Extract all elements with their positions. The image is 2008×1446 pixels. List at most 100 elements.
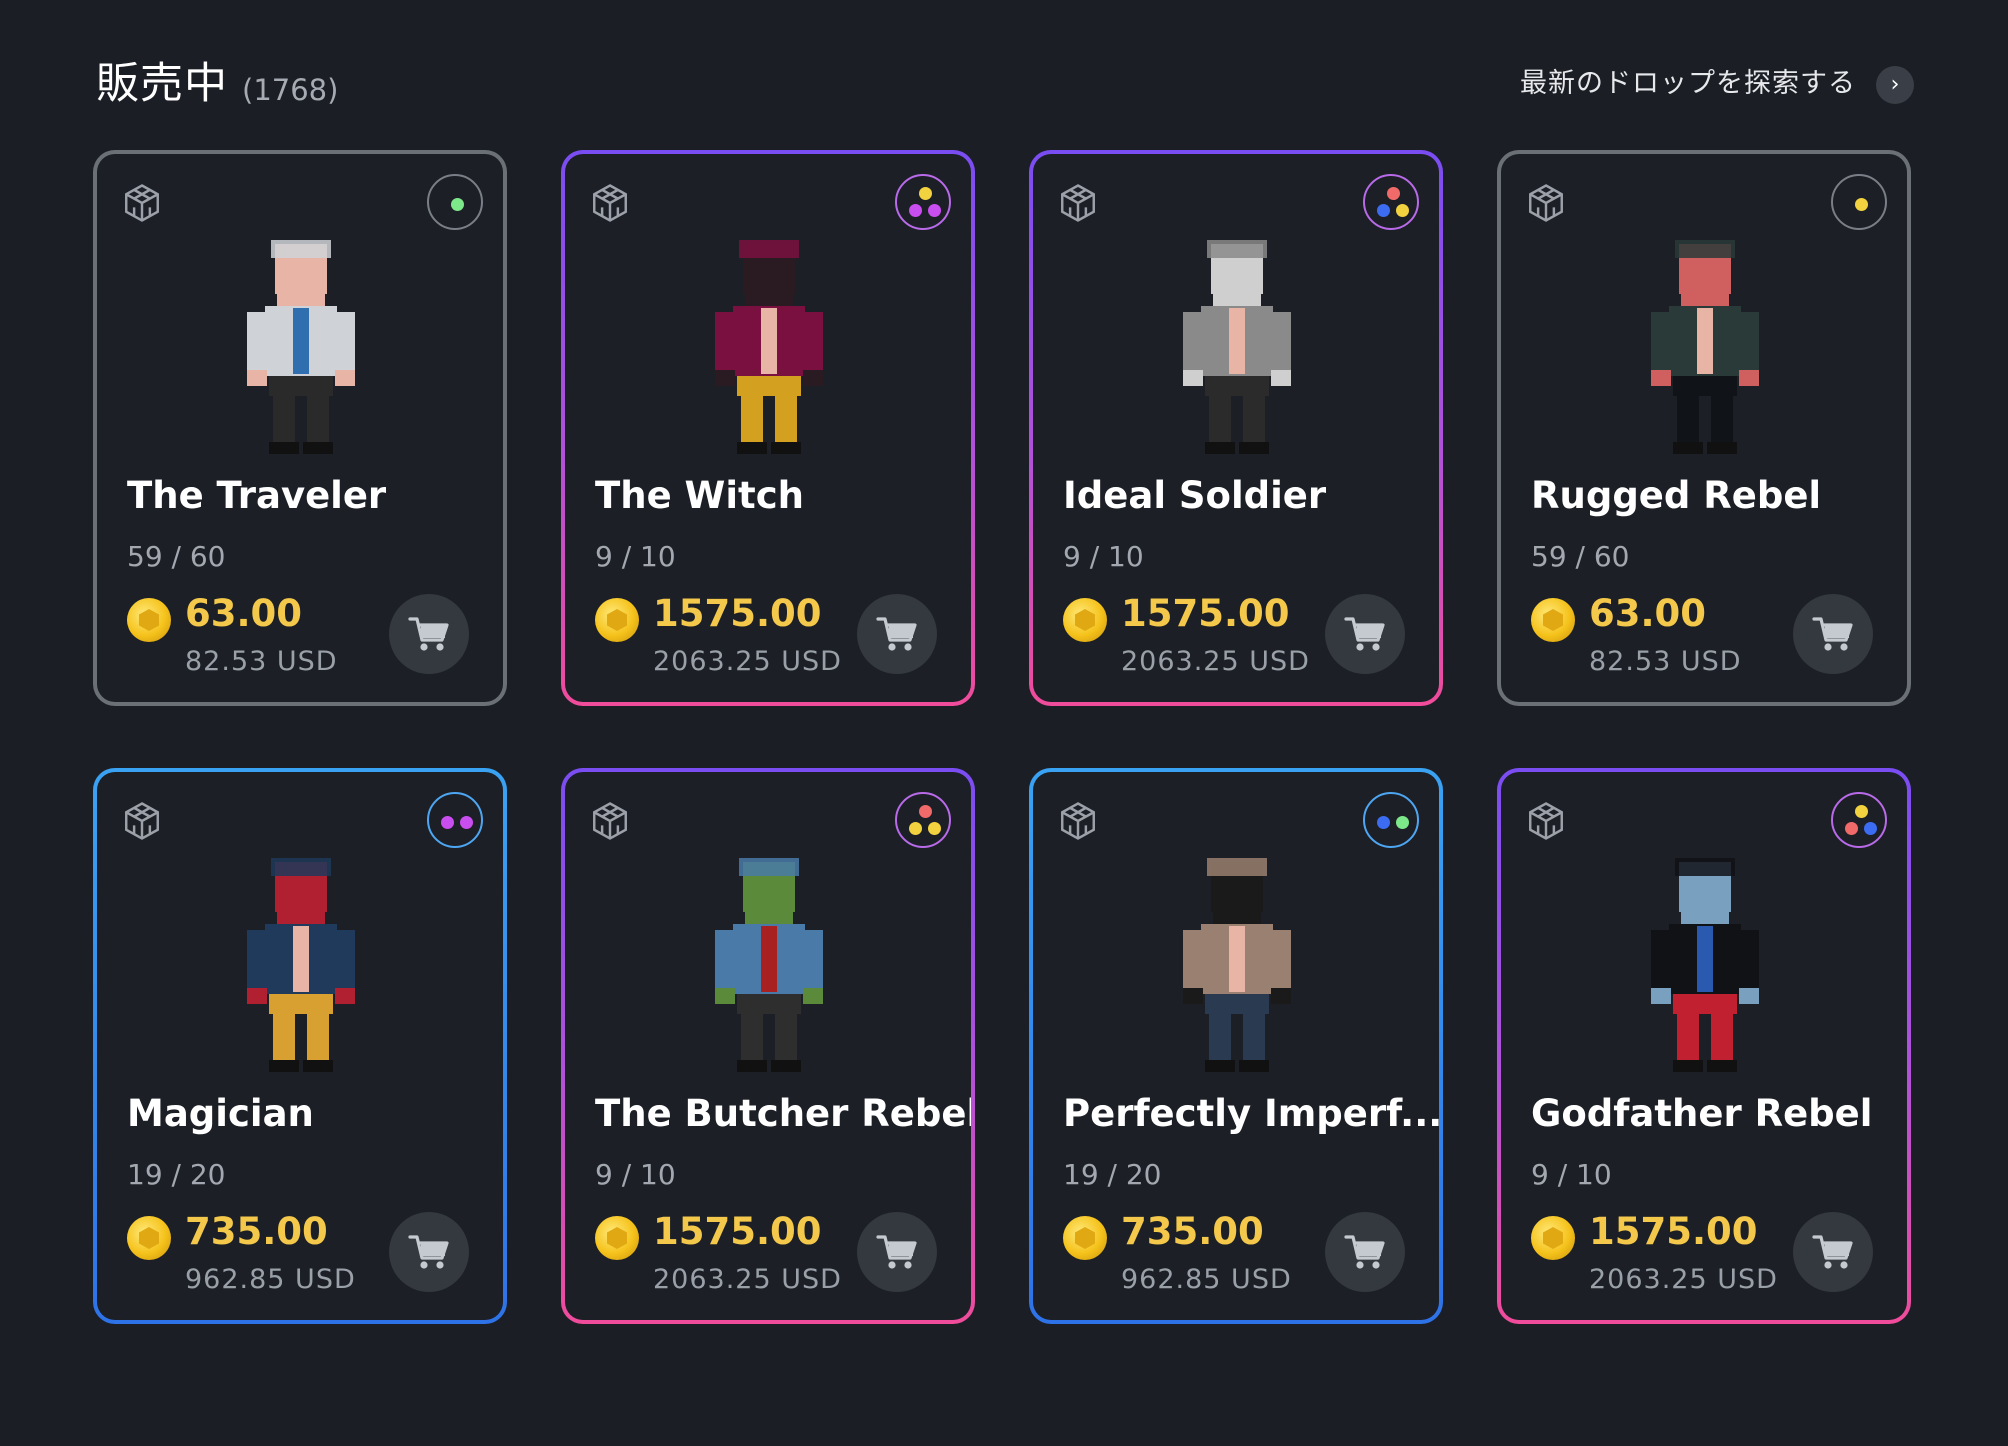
rarity-dot [1845,822,1858,835]
card-body: The Butcher Rebel 9 / 10 1575.00 2063.25… [565,772,971,1320]
price-sand: 1575.00 [653,592,822,635]
asset-name[interactable]: Magician [127,1092,314,1135]
asset-name[interactable]: The Witch [595,474,804,517]
price-usd: 82.53 USD [185,646,338,677]
add-to-cart-button[interactable] [857,1212,937,1292]
asset-grid: The Traveler 59 / 60 63.00 82.53 USD The… [0,0,2008,1446]
asset-name[interactable]: The Traveler [127,474,386,517]
rarity-dot [918,805,932,818]
edition-count: 9 / 10 [595,1158,676,1191]
price-usd: 962.85 USD [185,1264,356,1295]
avatar-figure [1183,858,1291,1072]
card-body: The Witch 9 / 10 1575.00 2063.25 USD [565,154,971,702]
edition-count: 59 / 60 [127,540,226,573]
avatar-figure [1651,240,1759,454]
rarity-badge [427,174,483,230]
asset-card[interactable]: Ideal Soldier 9 / 10 1575.00 2063.25 USD [1029,150,1443,706]
price-usd: 2063.25 USD [653,646,842,677]
add-to-cart-button[interactable] [1793,1212,1873,1292]
sand-coin-icon [127,1216,171,1260]
shopping-cart-icon [876,617,917,651]
rarity-dot [909,204,922,217]
cube-3d-icon[interactable] [1525,182,1567,224]
price-usd: 82.53 USD [1589,646,1742,677]
cube-3d-icon[interactable] [1057,800,1099,842]
sand-coin-icon [595,598,639,642]
sand-coin-icon [1063,1216,1107,1260]
asset-name[interactable]: Perfectly Imperf... [1063,1092,1439,1135]
add-to-cart-button[interactable] [389,1212,469,1292]
price-sand: 1575.00 [653,1210,822,1253]
shopping-cart-icon [1812,1235,1853,1269]
rarity-dot [1386,187,1400,200]
price-sand: 735.00 [1121,1210,1264,1253]
cube-3d-icon[interactable] [121,182,163,224]
rarity-dot [1864,822,1877,835]
add-to-cart-button[interactable] [1325,594,1405,674]
rarity-dot [1854,805,1868,818]
asset-card[interactable]: Magician 19 / 20 735.00 962.85 USD [93,768,507,1324]
rarity-dot [1396,815,1409,829]
card-body: Rugged Rebel 59 / 60 63.00 82.53 USD [1501,154,1907,702]
price-sand: 1575.00 [1589,1210,1758,1253]
card-body: Godfather Rebel 9 / 10 1575.00 2063.25 U… [1501,772,1907,1320]
asset-card[interactable]: The Traveler 59 / 60 63.00 82.53 USD [93,150,507,706]
avatar-figure [715,240,823,454]
sand-coin-icon [1063,598,1107,642]
cube-3d-icon[interactable] [589,800,631,842]
card-body: Perfectly Imperf... 19 / 20 735.00 962.8… [1033,772,1439,1320]
rarity-dot [1377,204,1390,217]
shopping-cart-icon [876,1235,917,1269]
asset-card[interactable]: Godfather Rebel 9 / 10 1575.00 2063.25 U… [1497,768,1911,1324]
sand-coin-icon [595,1216,639,1260]
add-to-cart-button[interactable] [389,594,469,674]
rarity-dot [450,197,464,211]
avatar-figure [247,240,355,454]
edition-count: 19 / 20 [127,1158,226,1191]
sand-coin-icon [127,598,171,642]
edition-count: 9 / 10 [1531,1158,1612,1191]
rarity-badge [1363,174,1419,230]
price-usd: 2063.25 USD [653,1264,842,1295]
cube-3d-icon[interactable] [1057,182,1099,224]
asset-card[interactable]: The Witch 9 / 10 1575.00 2063.25 USD [561,150,975,706]
add-to-cart-button[interactable] [857,594,937,674]
rarity-dot [1377,815,1390,829]
cube-3d-icon[interactable] [1525,800,1567,842]
price-sand: 63.00 [185,592,303,635]
price-usd: 962.85 USD [1121,1264,1292,1295]
add-to-cart-button[interactable] [1325,1212,1405,1292]
rarity-dot [918,187,932,200]
edition-count: 9 / 10 [1063,540,1144,573]
shopping-cart-icon [408,617,449,651]
rarity-badge [895,792,951,848]
price-sand: 63.00 [1589,592,1707,635]
asset-card[interactable]: Rugged Rebel 59 / 60 63.00 82.53 USD [1497,150,1911,706]
card-body: Magician 19 / 20 735.00 962.85 USD [97,772,503,1320]
asset-card[interactable]: Perfectly Imperf... 19 / 20 735.00 962.8… [1029,768,1443,1324]
avatar-figure [1651,858,1759,1072]
cube-3d-icon[interactable] [121,800,163,842]
sand-coin-icon [1531,598,1575,642]
asset-name[interactable]: Rugged Rebel [1531,474,1821,517]
rarity-dot [1396,204,1409,217]
shopping-cart-icon [1812,617,1853,651]
edition-count: 19 / 20 [1063,1158,1162,1191]
price-sand: 1575.00 [1121,592,1290,635]
asset-card[interactable]: The Butcher Rebel 9 / 10 1575.00 2063.25… [561,768,975,1324]
card-body: Ideal Soldier 9 / 10 1575.00 2063.25 USD [1033,154,1439,702]
rarity-badge [427,792,483,848]
avatar-figure [1183,240,1291,454]
sand-coin-icon [1531,1216,1575,1260]
asset-name[interactable]: Godfather Rebel [1531,1092,1872,1135]
edition-count: 9 / 10 [595,540,676,573]
rarity-badge [1831,174,1887,230]
shopping-cart-icon [408,1235,449,1269]
asset-name[interactable]: Ideal Soldier [1063,474,1326,517]
rarity-dot [928,822,941,835]
rarity-dot [441,815,454,829]
add-to-cart-button[interactable] [1793,594,1873,674]
asset-name[interactable]: The Butcher Rebel [595,1092,971,1135]
rarity-dot [460,815,473,829]
cube-3d-icon[interactable] [589,182,631,224]
